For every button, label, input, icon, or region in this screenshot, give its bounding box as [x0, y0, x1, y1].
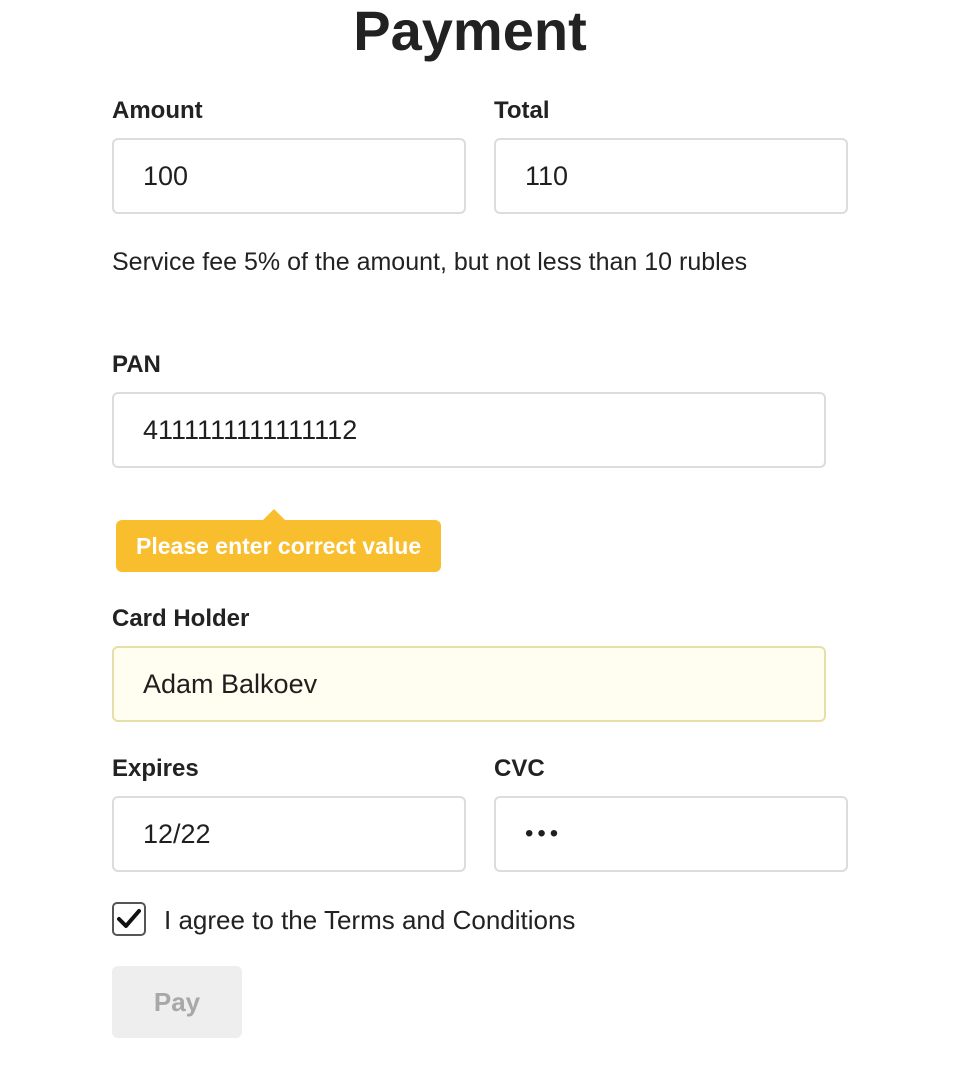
- checkmark-icon: [117, 909, 141, 928]
- total-input[interactable]: [494, 138, 848, 214]
- page-title: Payment: [353, 0, 587, 62]
- amount-label: Amount: [112, 97, 203, 124]
- card-holder-label: Card Holder: [112, 605, 250, 632]
- cvc-input[interactable]: [494, 796, 848, 872]
- service-fee-note: Service fee 5% of the amount, but not le…: [112, 248, 748, 276]
- total-label: Total: [494, 97, 550, 124]
- pay-button[interactable]: Pay: [112, 966, 242, 1038]
- terms-label[interactable]: I agree to the Terms and Conditions: [164, 904, 575, 936]
- pan-error-tooltip: Please enter correct value: [116, 520, 442, 572]
- expires-input[interactable]: [112, 796, 466, 872]
- pan-input[interactable]: [112, 392, 826, 468]
- card-holder-input[interactable]: [112, 646, 826, 722]
- amount-input[interactable]: [112, 138, 466, 214]
- pan-label: PAN: [112, 351, 161, 378]
- expires-label: Expires: [112, 755, 199, 782]
- terms-checkbox[interactable]: [112, 902, 146, 936]
- cvc-label: CVC: [494, 755, 545, 782]
